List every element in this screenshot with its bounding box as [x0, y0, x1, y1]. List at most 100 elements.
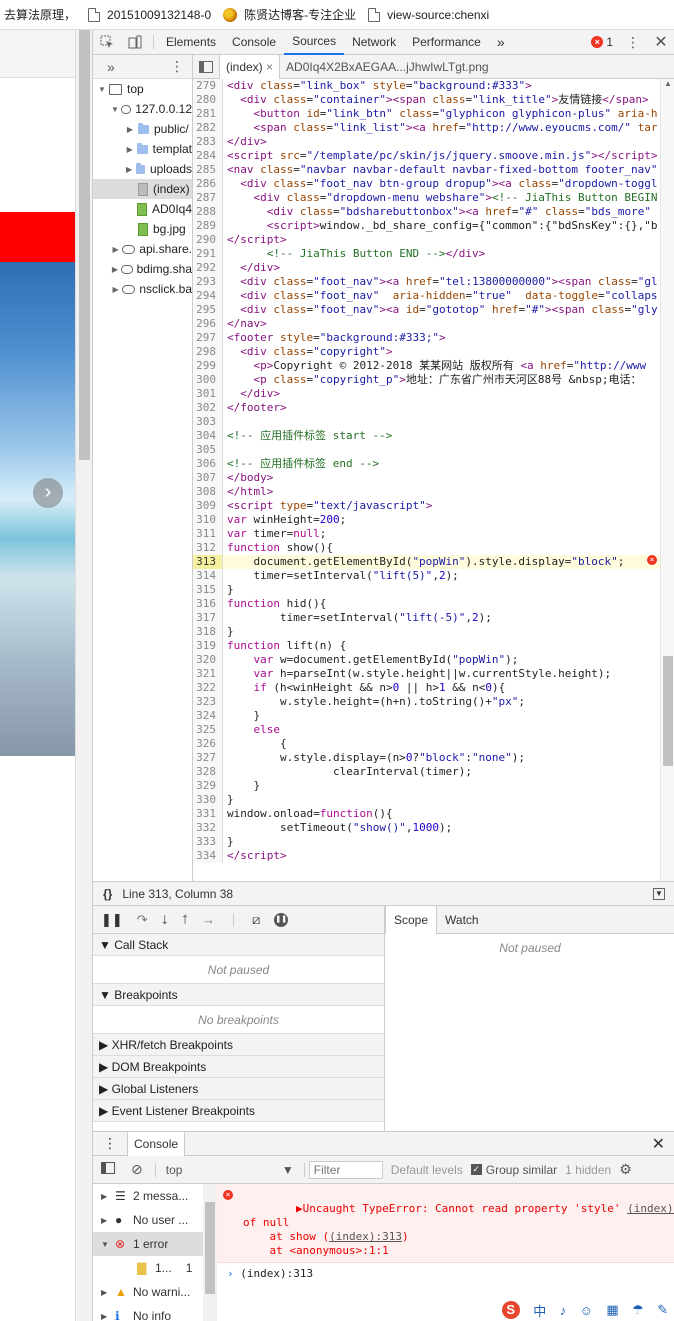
navigator-more-button[interactable]: »: [107, 59, 115, 75]
line-number[interactable]: 282: [193, 121, 223, 135]
code-line[interactable]: 328 clearInterval(timer);: [193, 765, 674, 779]
code-line[interactable]: 327 w.style.display=(n>0?"block":"none")…: [193, 751, 674, 765]
line-number[interactable]: 328: [193, 765, 223, 779]
console-sidebar-item[interactable]: ▶ ☰ 2 messa...: [93, 1184, 216, 1208]
line-number[interactable]: 301: [193, 387, 223, 401]
code-line[interactable]: 292 </div>: [193, 261, 674, 275]
device-toolbar-icon[interactable]: [121, 30, 149, 55]
code-line[interactable]: 293 <div class="foot_nav"><a href="tel:1…: [193, 275, 674, 289]
code-line[interactable]: 332 setTimeout("show()",1000);: [193, 821, 674, 835]
pause-icon[interactable]: ❚❚: [101, 912, 123, 928]
code-content[interactable]: 279 <div class="link_box" style="backgrou…: [193, 79, 674, 891]
line-number[interactable]: 295: [193, 303, 223, 317]
line-number[interactable]: 297: [193, 331, 223, 345]
code-line[interactable]: 298 <div class="copyright">: [193, 345, 674, 359]
code-line[interactable]: 314 timer=setInterval("lift(5)",2);: [193, 569, 674, 583]
collapsed-triangle-icon[interactable]: ▶: [125, 125, 135, 134]
code-line[interactable]: 291 <!-- JiaThis Button END --></div>: [193, 247, 674, 261]
tree-item[interactable]: ▼ top: [93, 79, 192, 99]
code-line[interactable]: 315}: [193, 583, 674, 597]
code-line[interactable]: 279 <div class="link_box" style="backgrou…: [193, 79, 674, 93]
code-line[interactable]: 307 </body>: [193, 471, 674, 485]
line-number[interactable]: 305: [193, 443, 223, 457]
console-sidebar-item[interactable]: ▇ 1... 1: [93, 1256, 216, 1280]
pause-on-exceptions-icon[interactable]: ❚❚: [274, 912, 289, 927]
tab-sources[interactable]: Sources: [284, 30, 345, 55]
code-line[interactable]: 303: [193, 415, 674, 429]
code-line[interactable]: 334 </script>: [193, 849, 674, 863]
console-filter-input[interactable]: [308, 1160, 383, 1179]
line-number[interactable]: 326: [193, 737, 223, 751]
collapsed-triangle-icon[interactable]: ▶: [111, 265, 119, 274]
code-line[interactable]: 288 <div class="bdsharebuttonbox"><a hre…: [193, 205, 674, 219]
code-line[interactable]: 300 <p class="copyright_p">地址：广东省广州市天河区8…: [193, 373, 674, 387]
code-line[interactable]: 322 if (h<winHeight && n>0 || h>1 && n<0…: [193, 681, 674, 695]
toggle-navigator-icon[interactable]: [193, 54, 219, 79]
line-number[interactable]: 329: [193, 779, 223, 793]
collapsed-triangle-icon[interactable]: ▶: [111, 245, 120, 254]
keyboard-icon[interactable]: ▦: [606, 1302, 618, 1318]
code-line[interactable]: 329 }: [193, 779, 674, 793]
code-line[interactable]: 306 <!-- 应用插件标签 end -->: [193, 457, 674, 471]
tree-item[interactable]: ▶ nsclick.ba: [93, 279, 192, 299]
line-number[interactable]: 323: [193, 695, 223, 709]
page-scrollbar[interactable]: [75, 30, 92, 1321]
line-number[interactable]: 286: [193, 177, 223, 191]
expanded-triangle-icon[interactable]: ▼: [101, 1240, 115, 1249]
console-sidebar-thumb[interactable]: [205, 1202, 215, 1294]
page-scrollbar-thumb[interactable]: [79, 30, 90, 460]
line-number[interactable]: 330: [193, 793, 223, 807]
line-number[interactable]: 331: [193, 807, 223, 821]
code-line[interactable]: 333}: [193, 835, 674, 849]
code-line[interactable]: 290 </script>: [193, 233, 674, 247]
editor-tab-index[interactable]: (index) ×: [219, 54, 281, 79]
step-icon[interactable]: →: [202, 912, 215, 927]
step-into-icon[interactable]: ⭣: [162, 912, 168, 928]
bookmark-item[interactable]: 20151009132148-0: [84, 7, 219, 22]
group-similar-checkbox[interactable]: ✓: [470, 1164, 482, 1175]
chinese-mode-icon[interactable]: 中: [533, 1301, 546, 1320]
code-line[interactable]: 284 <script src="/template/pc/skin/js/jqu…: [193, 149, 674, 163]
more-tabs-button[interactable]: »: [489, 30, 513, 55]
code-line[interactable]: 324 }: [193, 709, 674, 723]
code-line[interactable]: 309 <script type="text/javascript">: [193, 499, 674, 513]
code-line[interactable]: 323 w.style.height=(h+n).toString()+"px"…: [193, 695, 674, 709]
tab-scope[interactable]: Scope: [385, 905, 438, 934]
line-number[interactable]: 281: [193, 107, 223, 121]
sogou-logo-icon[interactable]: S: [501, 1301, 520, 1319]
toggle-drawer-icon[interactable]: ▼: [653, 887, 665, 900]
tree-item[interactable]: ▼ 127.0.0.12: [93, 99, 192, 119]
line-number[interactable]: 325: [193, 723, 223, 737]
tree-item[interactable]: AD0Iq4: [93, 199, 192, 219]
console-sidebar-toggle-icon[interactable]: [93, 1162, 123, 1177]
slider-next-button[interactable]: ›: [33, 478, 63, 508]
line-number[interactable]: 292: [193, 261, 223, 275]
code-line[interactable]: 286 <div class="foot_nav btn-group dropu…: [193, 177, 674, 191]
line-number[interactable]: 313: [193, 555, 223, 569]
line-number[interactable]: 306: [193, 457, 223, 471]
code-line[interactable]: 285 <nav class="navbar navbar-default nav…: [193, 163, 674, 177]
code-line[interactable]: 305: [193, 443, 674, 457]
console-sidebar-scrollbar[interactable]: [203, 1184, 217, 1321]
line-number[interactable]: 293: [193, 275, 223, 289]
editor-vscrollbar[interactable]: ▲ ▼: [660, 79, 674, 891]
line-number[interactable]: 299: [193, 359, 223, 373]
line-number[interactable]: 333: [193, 835, 223, 849]
line-number[interactable]: 298: [193, 345, 223, 359]
code-line[interactable]: 331 window.onload=function(){: [193, 807, 674, 821]
drawer-tab-console[interactable]: Console: [127, 1131, 186, 1156]
global-listeners-section[interactable]: ▶ Global Listeners: [93, 1078, 384, 1100]
navigator-menu-icon[interactable]: ⋮: [170, 58, 184, 75]
tree-item[interactable]: ▶ api.share.: [93, 239, 192, 259]
line-number[interactable]: 317: [193, 611, 223, 625]
code-line[interactable]: 310 var winHeight=200;: [193, 513, 674, 527]
line-number[interactable]: 294: [193, 289, 223, 303]
line-number[interactable]: 311: [193, 527, 223, 541]
code-line[interactable]: 326 {: [193, 737, 674, 751]
pretty-print-button[interactable]: {}: [93, 887, 122, 901]
tree-item[interactable]: ▶ uploads: [93, 159, 192, 179]
code-line[interactable]: 319 function lift(n) {: [193, 639, 674, 653]
collapsed-triangle-icon[interactable]: ▶: [125, 145, 134, 154]
code-line[interactable]: 317 timer=setInterval("lift(-5)",2);: [193, 611, 674, 625]
tree-item[interactable]: ▶ templat: [93, 139, 192, 159]
